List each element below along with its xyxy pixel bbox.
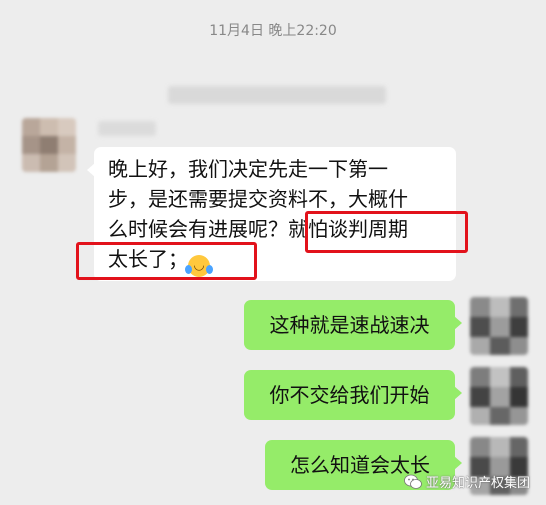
incoming-message-line-2: 步，是还需要提交资料不，大概什 [108, 187, 408, 211]
highlight-box-top [305, 211, 468, 253]
watermark-text: 亚易知识产权集团 [425, 476, 530, 491]
self-avatar[interactable] [470, 297, 528, 355]
outgoing-message-bubble[interactable]: 这种就是速战速决 [244, 300, 462, 350]
watermark: 亚易知识产权集团 [404, 472, 530, 491]
chat-timestamp: 11月4日 晚上22:20 [209, 23, 337, 39]
incoming-message-plain-text: 么时候会有进展呢？ [108, 217, 288, 241]
blurred-system-text [168, 86, 386, 104]
blurred-sender-name [98, 121, 156, 136]
self-avatar[interactable] [470, 367, 528, 425]
incoming-message-line-1: 晚上好，我们决定先走一下第一 [108, 157, 388, 181]
highlight-box-bottom [76, 242, 257, 280]
contact-avatar[interactable] [22, 118, 76, 172]
outgoing-message-text: 你不交给我们开始 [269, 383, 430, 407]
outgoing-message-text: 这种就是速战速决 [269, 313, 430, 337]
outgoing-message-bubble[interactable]: 你不交给我们开始 [244, 370, 462, 420]
wechat-icon [404, 474, 422, 490]
